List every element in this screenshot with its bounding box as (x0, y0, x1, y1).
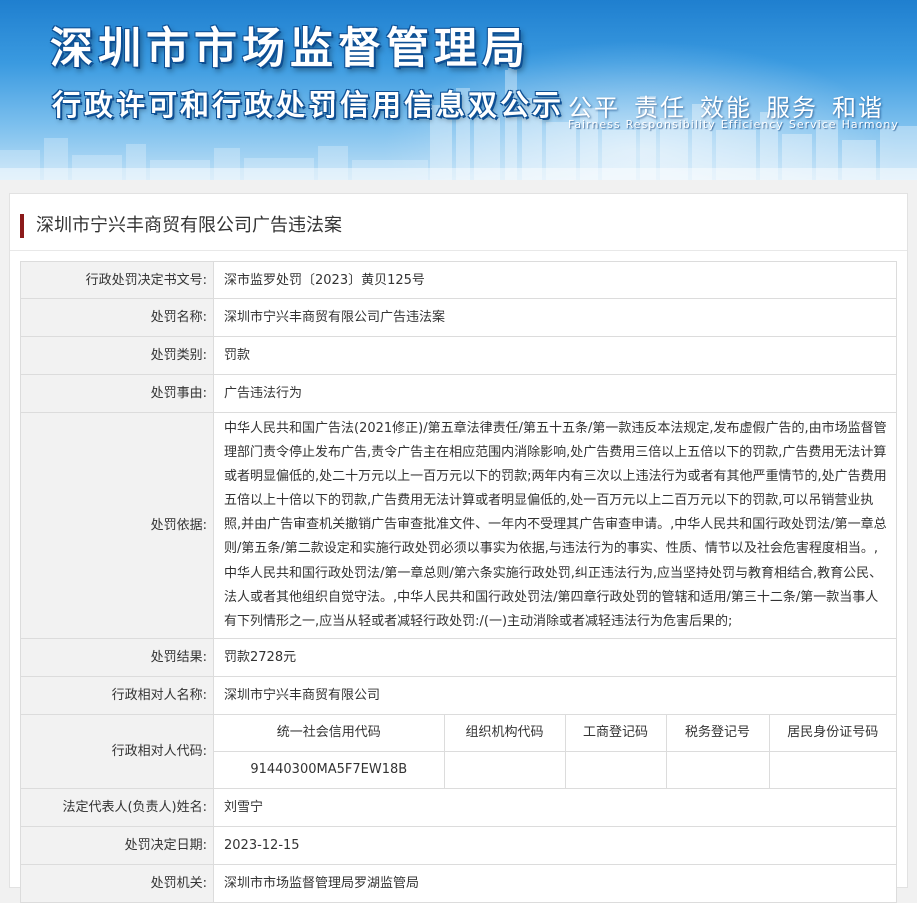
code-header-org: 组织机构代码 (443, 714, 566, 752)
header-banner: 深圳市市场监督管理局 行政许可和行政处罚信用信息双公示 公平 责任 效能 服务 和谐 F… (0, 0, 917, 180)
decision-date-value: 2023-12-15 (213, 825, 897, 865)
banner-title: 深圳市市场监督管理局 (50, 24, 530, 74)
party-code-table: 统一社会信用代码 组织机构代码 工商登记码 税务登记号 居民身份证号码 9144… (214, 714, 896, 788)
case-detail-card: 深圳市宁兴丰商贸有限公司广告违法案 行政处罚决定书文号: 深市监罗处罚〔2023… (9, 193, 908, 903)
doc-no-label: 行政处罚决定书文号: (20, 261, 214, 299)
table-row: 处罚结果: 罚款2728元 (20, 637, 897, 677)
code-value-business (564, 750, 667, 788)
code-value-tax (665, 750, 770, 788)
slogan-en-item: Fairness (568, 118, 621, 131)
table-row: 行政相对人代码: 统一社会信用代码 组织机构代码 工商登记码 税务登记号 居民身… (20, 713, 897, 789)
slogan-en-item: Harmony (841, 118, 899, 131)
penalty-reason-label: 处罚事由: (20, 374, 214, 413)
code-value-credit: 91440300MA5F7EW18B (214, 750, 445, 788)
table-row: 行政相对人名称: 深圳市宁兴丰商贸有限公司 (20, 675, 897, 715)
legal-rep-label: 法定代表人(负责人)姓名: (20, 787, 214, 827)
party-name-value: 深圳市宁兴丰商贸有限公司 (213, 675, 897, 715)
divider (10, 250, 907, 251)
table-row: 处罚决定日期: 2023-12-15 (20, 825, 897, 865)
penalty-reason-value: 广告违法行为 (213, 374, 897, 413)
authority-value: 深圳市市场监督管理局罗湖监管局 (213, 863, 897, 903)
penalty-basis-value: 中华人民共和国广告法(2021修正)/第五章法律责任/第五十五条/第一款违反本法… (213, 412, 897, 639)
table-row: 行政处罚决定书文号: 深市监罗处罚〔2023〕黄贝125号 (20, 261, 897, 299)
table-row: 法定代表人(负责人)姓名: 刘雪宁 (20, 787, 897, 827)
slogan-en-item: Service (788, 118, 837, 131)
case-title: 深圳市宁兴丰商贸有限公司广告违法案 (20, 214, 342, 238)
banner-slogan-english: Fairness Responsibility Efficiency Service H… (568, 118, 904, 131)
decision-date-label: 处罚决定日期: (20, 825, 214, 865)
penalty-category-value: 罚款 (213, 336, 897, 375)
code-value-org (443, 750, 566, 788)
slogan-en-item: Responsibility (625, 118, 716, 131)
legal-rep-value: 刘雪宁 (213, 787, 897, 827)
table-row: 处罚机关: 深圳市市场监督管理局罗湖监管局 (20, 863, 897, 903)
penalty-name-value: 深圳市宁兴丰商贸有限公司广告违法案 (213, 298, 897, 337)
doc-no-value: 深市监罗处罚〔2023〕黄贝125号 (213, 261, 897, 299)
authority-label: 处罚机关: (20, 863, 214, 903)
party-code-cell: 统一社会信用代码 组织机构代码 工商登记码 税务登记号 居民身份证号码 9144… (213, 713, 897, 789)
penalty-result-value: 罚款2728元 (213, 637, 897, 677)
penalty-result-label: 处罚结果: (20, 637, 214, 677)
table-row: 处罚事由: 广告违法行为 (20, 374, 897, 413)
party-code-label: 行政相对人代码: (20, 713, 214, 789)
table-row: 处罚类别: 罚款 (20, 336, 897, 375)
code-value-row: 91440300MA5F7EW18B (214, 750, 896, 788)
code-header-credit: 统一社会信用代码 (214, 714, 445, 752)
penalty-basis-label: 处罚依据: (20, 412, 214, 639)
code-header-tax: 税务登记号 (665, 714, 770, 752)
penalty-category-label: 处罚类别: (20, 336, 214, 375)
penalty-name-label: 处罚名称: (20, 298, 214, 337)
code-header-id: 居民身份证号码 (768, 714, 896, 752)
slogan-en-item: Efficiency (720, 118, 784, 131)
code-header-row: 统一社会信用代码 组织机构代码 工商登记码 税务登记号 居民身份证号码 (214, 714, 896, 752)
table-row: 处罚名称: 深圳市宁兴丰商贸有限公司广告违法案 (20, 298, 897, 337)
party-name-label: 行政相对人名称: (20, 675, 214, 715)
table-row: 处罚依据: 中华人民共和国广告法(2021修正)/第五章法律责任/第五十五条/第… (20, 412, 897, 639)
banner-subtitle: 行政许可和行政处罚信用信息双公示 (52, 88, 565, 122)
code-value-id (768, 750, 896, 788)
case-info-table: 行政处罚决定书文号: 深市监罗处罚〔2023〕黄贝125号 处罚名称: 深圳市宁… (20, 261, 897, 903)
code-header-business: 工商登记码 (564, 714, 667, 752)
